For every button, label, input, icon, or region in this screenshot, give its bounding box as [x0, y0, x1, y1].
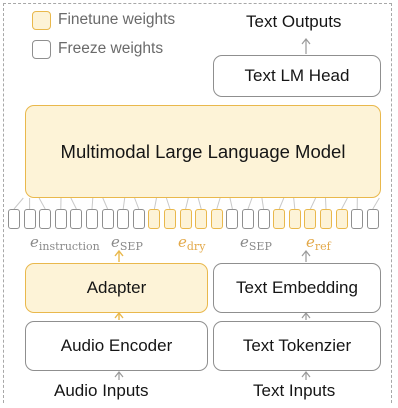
token-square	[164, 209, 176, 229]
text-embedding-box: Text Embedding	[213, 263, 381, 313]
token-square	[273, 209, 286, 229]
token-square	[351, 209, 364, 229]
text-tokenizer-box: Text Tokenzier	[213, 321, 381, 371]
token-square	[366, 209, 379, 229]
text-tokenizer-label: Text Tokenzier	[242, 336, 352, 355]
token-square	[304, 209, 317, 229]
fan-lines	[13, 197, 380, 210]
adapter-label: Adapter	[86, 278, 147, 297]
token-square	[257, 209, 270, 229]
token-label-ref: eref	[306, 233, 331, 253]
token-square	[195, 209, 208, 229]
audio-encoder-box: Audio Encoder	[25, 321, 208, 371]
token-square	[242, 209, 254, 229]
token-square	[86, 209, 98, 229]
token-square	[179, 209, 192, 229]
token-square	[54, 209, 67, 229]
token-square	[39, 209, 52, 229]
text-inputs-label: Text Inputs	[253, 381, 336, 400]
token-square	[288, 209, 301, 229]
token-label-instruction: einstruction	[30, 233, 100, 253]
mllm-label: Multimodal Large Language Model	[60, 140, 346, 162]
token-label-sep-2: eSEP	[240, 233, 272, 253]
text-lm-head-label: Text LM Head	[244, 66, 350, 85]
audio-inputs-label: Audio Inputs	[54, 381, 149, 400]
token-square	[117, 209, 130, 229]
audio-encoder-label: Audio Encoder	[60, 336, 173, 355]
architecture-diagram: Finetune weights Freeze weights Text Out…	[0, 0, 398, 408]
token-square	[8, 209, 20, 229]
token-square	[23, 209, 36, 229]
token-square	[148, 209, 161, 229]
token-label-dry: edry	[178, 233, 206, 253]
token-label-sep-1: eSEP	[111, 233, 143, 253]
token-square	[210, 209, 223, 229]
adapter-box: Adapter	[25, 263, 208, 313]
token-square	[320, 209, 332, 229]
text-embedding-label: Text Embedding	[236, 278, 358, 297]
token-square	[335, 209, 348, 229]
token-square	[70, 209, 83, 229]
token-square	[226, 209, 239, 229]
token-square	[101, 209, 114, 229]
token-square	[132, 209, 145, 229]
mllm-box: Multimodal Large Language Model	[25, 105, 381, 198]
text-lm-head-box: Text LM Head	[213, 55, 381, 97]
